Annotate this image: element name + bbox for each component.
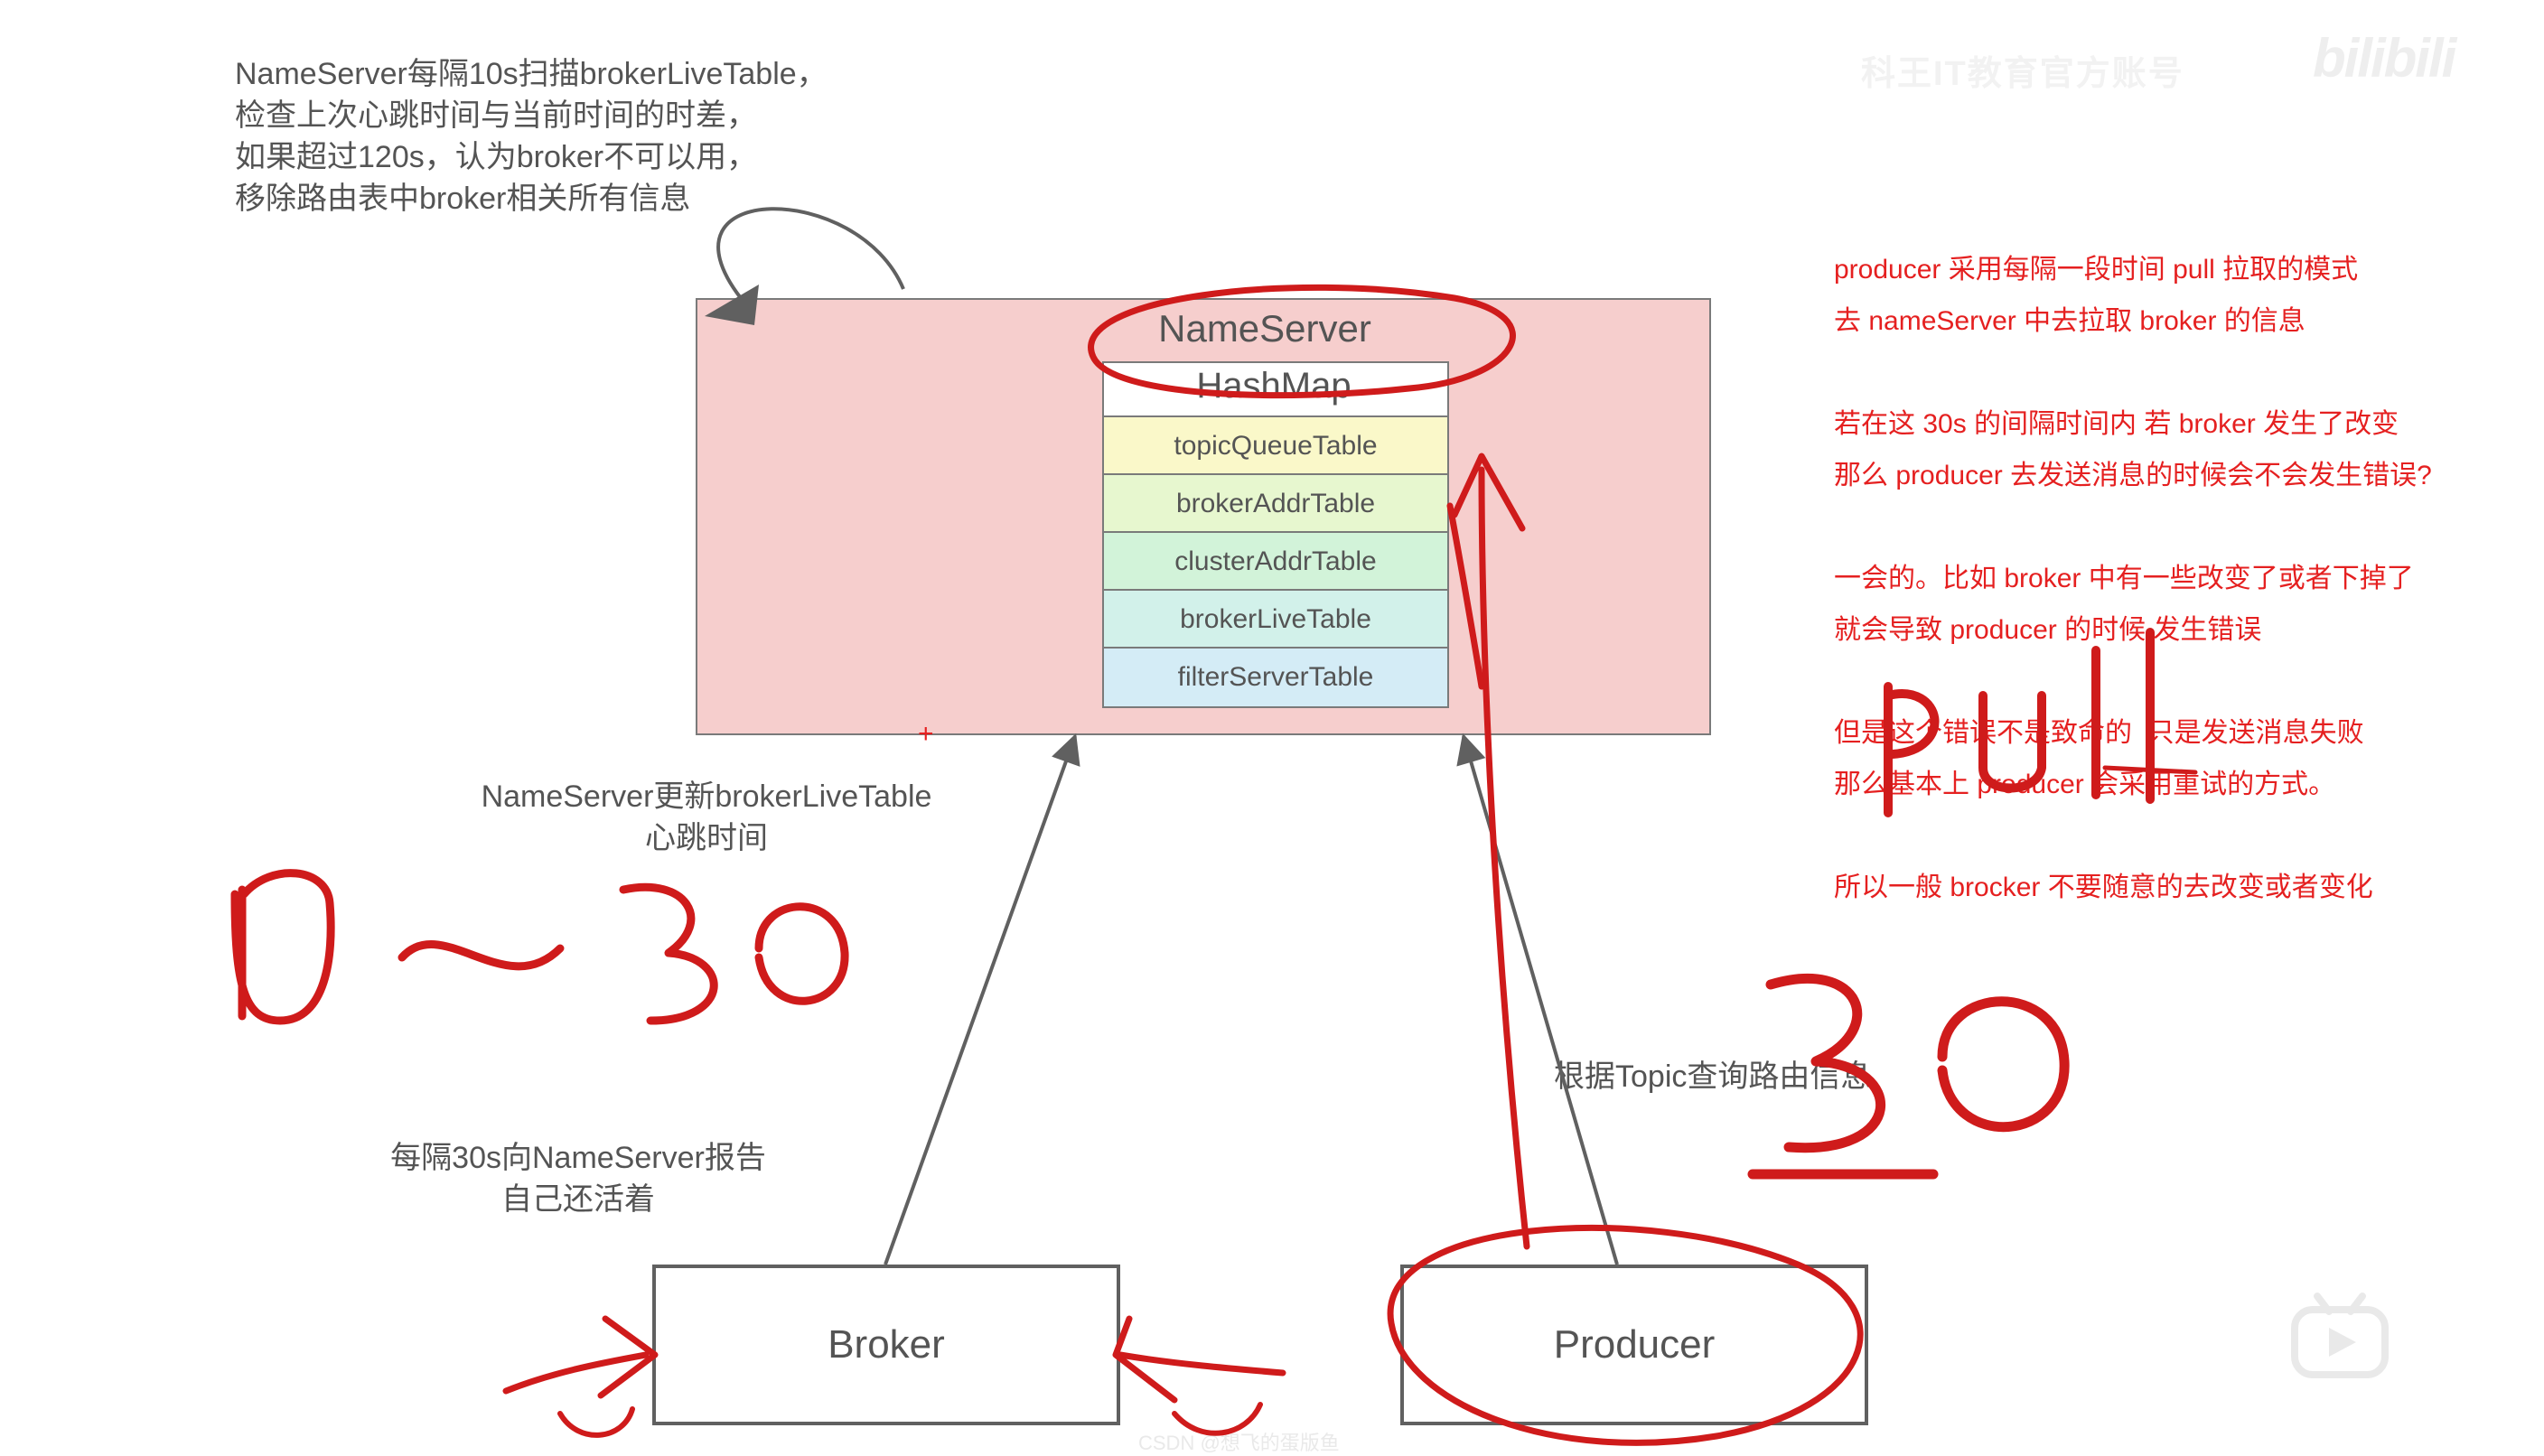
producer-box: Producer <box>1400 1265 1868 1425</box>
csdn-watermark: CSDN @想飞的蛋版鱼 <box>1138 1427 1340 1456</box>
bilibili-logo: bilibili <box>2313 27 2455 89</box>
topic-query-note: 根据Topic查询路由信息 <box>1554 1057 1871 1098</box>
hashmap-row-clusteraddr: clusterAddrTable <box>1102 531 1449 593</box>
plus-mark: + <box>918 719 934 750</box>
update-brokerlivetable-note: NameServer更新brokerLiveTable 心跳时间 <box>390 777 1023 860</box>
nameserver-title: NameServer <box>1093 307 1436 350</box>
hashmap-row-brokeraddr: brokerAddrTable <box>1102 473 1449 535</box>
hashmap-row-topicqueue: topicQueueTable <box>1102 415 1449 477</box>
watermark-text: 科王IT教育官方账号 <box>1861 45 2184 95</box>
producer-pull-annotation: producer 采用每隔一段时间 pull 拉取的模式 去 nameServe… <box>1834 244 2432 913</box>
broker-heartbeat-note: 每隔30s向NameServer报告 自己还活着 <box>325 1138 831 1221</box>
nameserver-scan-note: NameServer每隔10s扫描brokerLiveTable， 检查上次心跳… <box>235 54 828 220</box>
hashmap-row-filterserver: filterServerTable <box>1102 647 1449 708</box>
broker-box: Broker <box>652 1265 1120 1425</box>
bilibili-play-icon <box>2286 1292 2394 1382</box>
hashmap-row-brokerlive: brokerLiveTable <box>1102 589 1449 650</box>
hashmap-header-label: HashMap <box>1102 366 1445 406</box>
